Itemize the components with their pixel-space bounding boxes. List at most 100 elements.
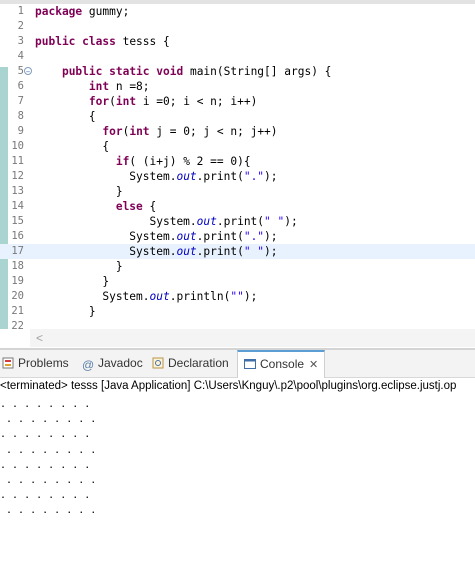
close-icon[interactable]: ✕ [309,359,318,371]
line-number: 6 [17,80,24,92]
code-token: .print( [216,215,265,228]
declaration-icon [152,352,164,369]
code-token: out [149,290,170,303]
views-tabbar: Problems @ Javadoc Declaration Console ✕ [0,350,475,378]
line-number: 2 [17,20,24,32]
code-token: System. [35,230,177,243]
line-number: 18 [11,260,24,272]
code-token: out [176,170,197,183]
code-line[interactable]: 10 { [0,139,475,154]
line-number: 9 [17,125,24,137]
code-token: int [129,125,157,138]
code-line[interactable]: 3 public class tesss { [0,34,475,49]
code-line[interactable]: 15 System.out.print(" "); [0,214,475,229]
code-text: System.out.print(" "); [35,214,298,229]
code-line[interactable]: 14 else { [0,199,475,214]
code-token: n =8; [115,80,150,93]
code-token: "." [243,230,265,243]
tab-problems[interactable]: Problems [2,350,69,377]
code-token: ( [109,95,116,108]
code-text: } [35,184,123,199]
line-number: 15 [11,215,24,227]
tab-javadoc[interactable]: @ Javadoc [82,350,143,377]
code-line[interactable]: 5− public static void main(String[] args… [0,64,475,79]
code-line[interactable]: 13 } [0,184,475,199]
code-token: package [35,5,89,18]
console-output-line: . . . . . . . . [0,414,97,426]
code-line[interactable]: 1 package gummy; [0,4,475,19]
code-token: { [35,140,110,153]
code-line[interactable]: 4 [0,49,475,64]
code-line[interactable]: 21 } [0,304,475,319]
code-token: { [142,200,157,213]
code-line[interactable]: 9 for(int j = 0; j < n; j++) [0,124,475,139]
code-token: System. [35,290,150,303]
code-line[interactable]: 8 { [0,109,475,124]
code-text: else { [35,199,156,214]
console-output-line: . . . . . . . . [0,505,97,517]
line-number: 17 [11,245,24,257]
code-line[interactable]: 11 if( (i+j) % 2 == 0){ [0,154,475,169]
code-token: int [115,95,143,108]
code-token: System. [35,245,177,258]
console-output-line: . . . . . . . . [0,474,97,486]
line-number: 11 [11,155,24,167]
code-text: System.out.println(""); [35,289,257,304]
code-text: { [35,139,109,154]
bottom-views-panel: Problems @ Javadoc Declaration Console ✕ <… [0,350,475,571]
code-text: package gummy; [35,4,129,19]
tab-declaration[interactable]: Declaration [152,350,229,377]
code-line[interactable]: 19 } [0,274,475,289]
code-token: ( (i+j) % 2 == 0){ [129,155,251,168]
tab-problems-label: Problems [18,356,69,370]
code-token: " " [243,245,265,258]
code-text: System.out.print("."); [35,169,277,184]
code-line[interactable]: 16 System.out.print("."); [0,229,475,244]
code-line[interactable]: 2 [0,19,475,34]
code-line[interactable]: 18 } [0,259,475,274]
line-number: 5 [17,65,24,77]
console-output-line: . . . . . . . . [0,399,97,410]
tab-console-label: Console [260,357,305,371]
fold-collapse-icon[interactable]: − [24,67,32,76]
code-lines[interactable]: 1 package gummy; 2 3 public class tesss { 4 5−… [0,4,475,334]
code-line[interactable]: 17 System.out.print(" "); [0,244,475,259]
code-editor[interactable]: 1 package gummy; 2 3 public class tesss { 4 5−… [0,0,475,348]
code-token: { [35,110,96,123]
code-token: System. [35,170,177,183]
line-number: 14 [11,200,24,212]
code-text: System.out.print(" "); [35,244,278,259]
code-token: System. [35,215,197,228]
code-token: for [88,95,110,108]
code-token: ); [264,245,278,258]
code-text: } [35,274,109,289]
code-token: out [176,230,197,243]
scroll-left-icon[interactable]: < [36,331,43,345]
code-text: public static void main(String[] args) { [35,64,331,79]
tab-javadoc-label: Javadoc [98,356,143,370]
line-number: 13 [11,185,24,197]
line-number: 21 [11,305,24,317]
line-number: 22 [11,320,24,332]
console-output-line: . . . . . . . . [0,490,97,502]
line-number: 4 [17,50,24,62]
horizontal-scrollbar[interactable]: < [30,329,475,347]
code-line[interactable]: 7 for(int i =0; i < n; i++) [0,94,475,109]
code-line[interactable]: 12 System.out.print("."); [0,169,475,184]
code-text: public class tesss { [35,34,170,49]
code-token: main(String[] args) { [189,65,332,78]
line-number: 3 [17,35,24,47]
code-token: .println( [169,290,231,303]
code-line[interactable]: 20 System.out.println(""); [0,289,475,304]
problems-icon [2,352,14,369]
tab-console[interactable]: Console ✕ [237,350,326,378]
console-output-line: . . . . . . . . [0,429,97,441]
code-token: static [109,65,157,78]
code-line[interactable]: 6 int n =8; [0,79,475,94]
code-token: gummy; [88,5,130,18]
console-output[interactable]: . . . . . . . . . . . . . . . . . . . . .… [0,397,475,519]
code-token: } [35,305,96,318]
console-output-line: . . . . . . . . [0,459,97,471]
